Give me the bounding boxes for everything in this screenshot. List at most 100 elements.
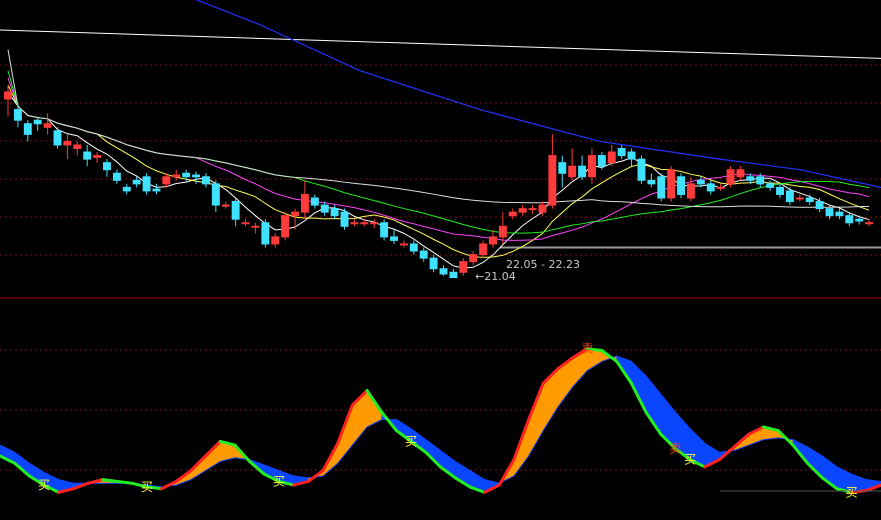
price-range-label: 22.05 - 22.23 <box>506 258 580 271</box>
candle-body <box>459 261 468 273</box>
candle-body <box>211 183 220 206</box>
oscillator-fill <box>528 383 544 457</box>
candle-body <box>43 123 52 128</box>
candle-body <box>686 183 695 199</box>
candle-body <box>776 186 784 195</box>
candle-body <box>142 176 151 192</box>
oscillator-fill <box>557 357 573 408</box>
chart-canvas: 买买买买卖卖买买 22.05 - 22.23 ←21.04 <box>0 0 881 499</box>
buy-signal-label: 买 <box>405 434 417 448</box>
buy-signal-label: 买 <box>141 480 153 494</box>
candlesticks <box>4 84 874 279</box>
candle-body <box>627 151 636 160</box>
candle-body <box>182 172 191 178</box>
candle-body <box>103 162 111 171</box>
ma120-line <box>195 0 881 188</box>
candle-body <box>152 188 161 192</box>
candle-body <box>251 225 260 228</box>
candle-body <box>657 176 666 199</box>
candle-body <box>350 222 359 225</box>
candle-body <box>172 174 181 178</box>
grid-lines <box>0 64 881 471</box>
candle-body <box>855 218 864 222</box>
candle-body <box>380 222 389 238</box>
candle-body <box>439 268 448 275</box>
candle-body <box>498 225 507 238</box>
candle-body <box>429 257 438 270</box>
candle-body <box>667 169 676 199</box>
candle-body <box>340 211 349 227</box>
candle-body <box>83 151 92 160</box>
candle-body <box>310 197 319 206</box>
candle-body <box>33 119 42 125</box>
candle-body <box>805 197 814 203</box>
candle-body <box>122 186 131 192</box>
candle-body <box>677 176 686 195</box>
candle-body <box>795 197 804 200</box>
candle-body <box>696 179 705 185</box>
candle-body <box>271 236 280 245</box>
candle-body <box>726 169 735 185</box>
candle-body <box>508 211 517 217</box>
candle-body <box>548 155 557 206</box>
candle-body <box>63 140 72 146</box>
candle-body <box>489 236 497 245</box>
candle-body <box>291 211 299 217</box>
candle-body <box>241 222 250 225</box>
candle-body <box>746 176 755 181</box>
candle-body <box>4 91 12 100</box>
candle-body <box>637 158 646 181</box>
candle-body <box>756 176 765 185</box>
ma250-line <box>0 29 881 59</box>
candle-body <box>192 174 201 178</box>
candle-body <box>706 183 715 192</box>
candle-body <box>320 204 329 213</box>
candle-body <box>419 250 428 259</box>
candle-body <box>13 109 22 121</box>
candle-body <box>518 208 527 213</box>
candle-body <box>221 204 230 207</box>
candle-body <box>835 211 844 217</box>
low-price-label: ←21.04 <box>475 270 516 283</box>
candle-body <box>231 201 240 220</box>
candle-body <box>825 208 834 217</box>
candle-body <box>330 208 339 217</box>
candle-body <box>716 186 725 189</box>
candle-body <box>281 215 290 238</box>
buy-signal-label: 买 <box>846 485 858 499</box>
candle-body <box>23 123 32 135</box>
candle-body <box>588 155 596 178</box>
candle-body <box>597 155 606 167</box>
fast-line-segment <box>115 479 134 485</box>
candle-body <box>409 243 418 252</box>
buy-signal-label: 买 <box>273 474 285 488</box>
candle-body <box>785 190 794 203</box>
candle-body <box>132 179 141 185</box>
fast-line-segment <box>101 478 119 483</box>
candle-body <box>578 165 587 178</box>
candle-body <box>370 222 379 225</box>
candle-body <box>647 179 656 185</box>
sell-signal-label: 卖 <box>669 442 681 456</box>
ma20-line <box>7 77 870 241</box>
candle-body <box>617 148 626 157</box>
chart-stage: 买买买买卖卖买买 22.05 - 22.23 ←21.04 <box>0 0 881 520</box>
buy-signal-label: 买 <box>684 453 696 467</box>
oscillator-panel: 买买买买卖卖买买 <box>0 342 881 499</box>
candle-body <box>469 254 478 263</box>
candle-body <box>736 169 745 178</box>
candle-body <box>815 201 824 210</box>
candle-body <box>568 165 577 178</box>
candle-body <box>399 243 408 246</box>
moving-average-lines <box>0 0 881 269</box>
candle-body <box>479 243 488 256</box>
candle-body <box>865 222 874 225</box>
candle-body <box>360 222 369 225</box>
candle-body <box>390 236 398 241</box>
candle-body <box>607 151 616 164</box>
buy-signal-label: 买 <box>38 478 50 492</box>
candle-body <box>53 130 62 146</box>
candle-body <box>112 172 121 181</box>
candle-body <box>261 222 270 245</box>
candle-body <box>300 193 309 213</box>
